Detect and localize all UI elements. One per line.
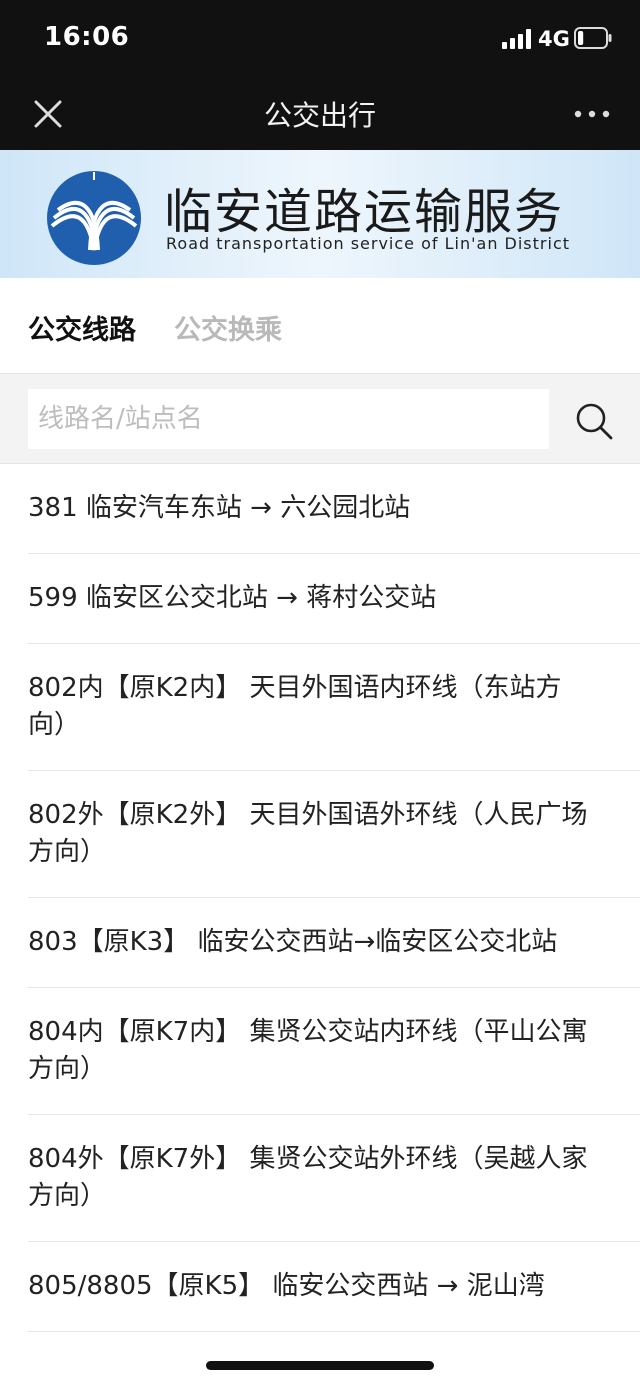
signal-strength-icon bbox=[502, 29, 531, 49]
lin-an-logo-icon bbox=[47, 171, 141, 265]
search-input[interactable] bbox=[28, 389, 549, 449]
banner-subtitle: Road transportation service of Lin'an Di… bbox=[166, 234, 571, 253]
route-item[interactable]: 802外【原K2外】 天目外国语外环线（人民广场方向） bbox=[28, 771, 640, 898]
tab-bar: 公交线路 公交换乘 bbox=[0, 278, 640, 374]
home-indicator[interactable] bbox=[206, 1361, 434, 1370]
route-item[interactable]: 804内【原K7内】 集贤公交站内环线（平山公寓方向） bbox=[28, 988, 640, 1115]
route-item[interactable]: 804外【原K7外】 集贤公交站外环线（吴越人家方向） bbox=[28, 1115, 640, 1242]
status-bar: 16:06 4G bbox=[0, 0, 640, 78]
route-item[interactable]: 802内【原K2内】 天目外国语内环线（东站方向） bbox=[28, 644, 640, 771]
page-title: 公交出行 bbox=[263, 99, 376, 132]
battery-icon bbox=[574, 27, 612, 49]
more-dots-icon[interactable] bbox=[572, 96, 612, 132]
route-list: 381 临安汽车东站 → 六公园北站 599 临安区公交北站 → 蒋村公交站 8… bbox=[0, 464, 640, 1386]
route-item[interactable]: 599 临安区公交北站 → 蒋村公交站 bbox=[28, 554, 640, 644]
tab-bus-transfer[interactable]: 公交换乘 bbox=[174, 308, 282, 347]
search-bar bbox=[0, 374, 640, 464]
search-icon[interactable] bbox=[574, 401, 614, 441]
route-item[interactable]: 803【原K3】 临安公交西站→临安区公交北站 bbox=[28, 898, 640, 988]
status-time: 16:06 bbox=[44, 22, 130, 52]
nav-bar: 公交出行 bbox=[0, 78, 640, 150]
route-item[interactable]: 805/8805【原K5】 临安公交西站 → 泥山湾 bbox=[28, 1242, 640, 1332]
tab-bus-routes[interactable]: 公交线路 bbox=[28, 308, 136, 347]
banner-title: 临安道路运输服务 bbox=[164, 184, 565, 240]
route-item[interactable]: 381 临安汽车东站 → 六公园北站 bbox=[28, 464, 640, 554]
network-type: 4G bbox=[538, 27, 570, 51]
banner: 临安道路运输服务 Road transportation service of … bbox=[0, 150, 640, 278]
